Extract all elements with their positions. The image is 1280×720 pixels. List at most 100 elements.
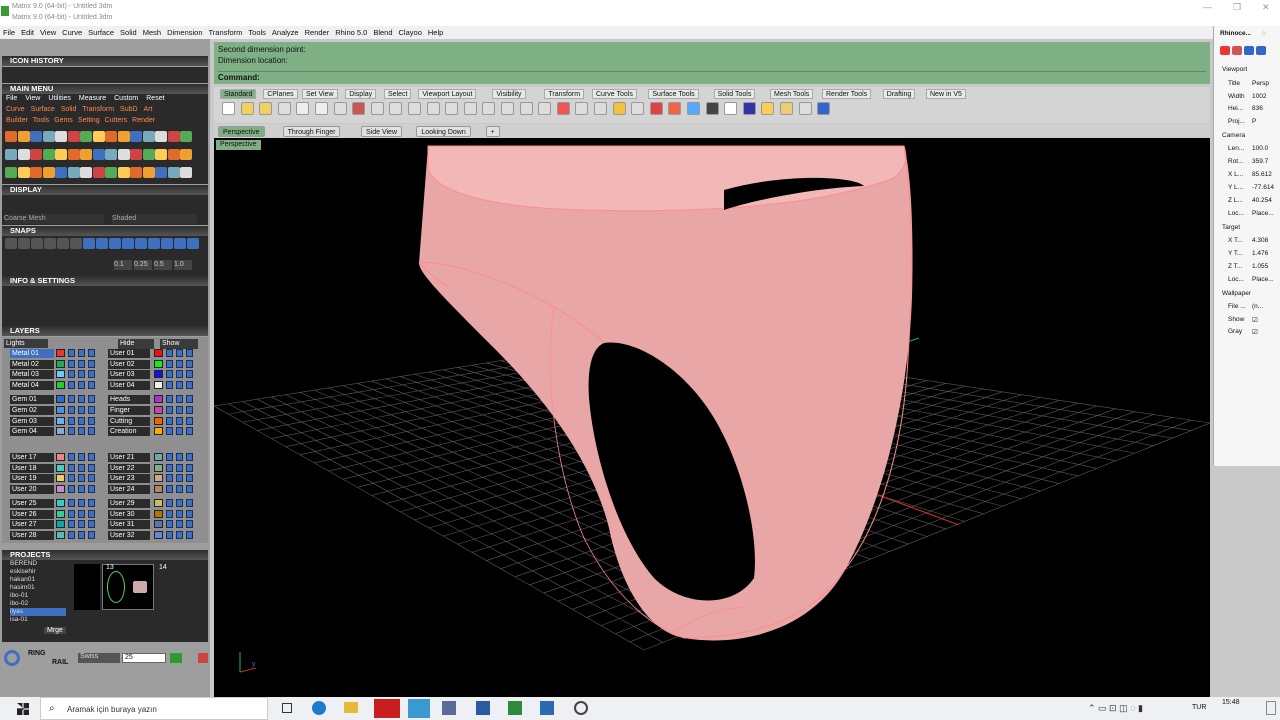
layer-color-swatch[interactable]: [154, 453, 163, 461]
layer-visible-icon[interactable]: [176, 360, 183, 368]
layer-visible-icon[interactable]: [176, 464, 183, 472]
field-value[interactable]: 359.7: [1252, 158, 1268, 165]
layer-color-swatch[interactable]: [154, 360, 163, 368]
snap-icon[interactable]: [18, 238, 30, 249]
tool-icon[interactable]: [130, 167, 142, 178]
tool-icon[interactable]: [67, 149, 80, 160]
toolbar-icon[interactable]: [556, 102, 570, 115]
layer-name[interactable]: User 22: [108, 464, 150, 473]
perspective-viewport[interactable]: y Perspective: [213, 138, 1211, 697]
merge-button[interactable]: Mrge: [44, 627, 66, 634]
layer-lock-icon[interactable]: [166, 381, 173, 389]
layer-name[interactable]: Gem 04: [10, 427, 54, 436]
layer-name[interactable]: User 23: [108, 474, 150, 483]
layer-visible-icon[interactable]: [78, 360, 85, 368]
tool-icon[interactable]: [142, 131, 155, 142]
project-thumb-1[interactable]: [74, 564, 100, 610]
snap-icon[interactable]: [57, 238, 69, 249]
menu-item[interactable]: Mesh: [140, 26, 164, 39]
main-menu-item[interactable]: Art: [144, 106, 153, 113]
main-menu-item[interactable]: Measure: [79, 95, 106, 102]
main-menu-item[interactable]: SubD: [120, 106, 138, 113]
snap-icon[interactable]: [174, 238, 186, 249]
snap-icon[interactable]: [148, 238, 160, 249]
toolbar-icon[interactable]: [482, 102, 496, 115]
layer-color-swatch[interactable]: [154, 406, 163, 414]
tool-icon[interactable]: [92, 167, 105, 178]
layer-lock-icon[interactable]: [166, 427, 173, 435]
layer-print-icon[interactable]: [186, 474, 193, 482]
layer-visible-icon[interactable]: [78, 474, 85, 482]
layer-print-icon[interactable]: [186, 520, 193, 528]
tool-icon[interactable]: [130, 131, 142, 142]
menu-item[interactable]: Curve: [59, 26, 85, 39]
projects-header[interactable]: PROJECTS: [2, 550, 208, 560]
layer-lock-icon[interactable]: [166, 417, 173, 425]
layer-lock-icon[interactable]: [68, 485, 75, 493]
layer-lock-icon[interactable]: [68, 406, 75, 414]
main-menu-item[interactable]: Transform: [82, 106, 114, 113]
show-button[interactable]: Show: [160, 339, 198, 349]
snap-icon[interactable]: [122, 238, 134, 249]
tool-icon[interactable]: [17, 167, 30, 178]
viewport-tab[interactable]: Side View: [361, 126, 403, 137]
toolbar-tab[interactable]: Solid Tools: [713, 89, 756, 99]
toolbar-icon[interactable]: [277, 102, 291, 115]
layer-name[interactable]: User 21: [108, 453, 150, 462]
tool-icon[interactable]: [80, 149, 92, 160]
toolbar-icon[interactable]: [259, 102, 273, 115]
layer-lock-icon[interactable]: [166, 510, 173, 518]
task-view-icon[interactable]: [282, 703, 292, 713]
layer-visible-icon[interactable]: [176, 417, 183, 425]
layer-visible-icon[interactable]: [78, 485, 85, 493]
layer-name[interactable]: User 29: [108, 499, 150, 508]
snap-icon[interactable]: [109, 238, 121, 249]
tool-icon[interactable]: [142, 149, 155, 160]
toolbar-tab[interactable]: Standard: [220, 89, 257, 99]
app-icon-red[interactable]: [374, 699, 400, 718]
layer-visible-icon[interactable]: [176, 520, 183, 528]
menu-item[interactable]: Tools: [245, 26, 269, 39]
tool-icon[interactable]: [167, 167, 180, 178]
toolbar-icon[interactable]: [575, 102, 589, 115]
toolbar-icon[interactable]: [668, 102, 682, 115]
layer-lock-icon[interactable]: [166, 474, 173, 482]
toolbar-tab[interactable]: Drafting: [882, 89, 916, 99]
layer-print-icon[interactable]: [186, 510, 193, 518]
snap-icon[interactable]: [187, 238, 199, 249]
panel-tab-icon[interactable]: [1232, 46, 1242, 55]
toolbar-icon[interactable]: [538, 102, 552, 115]
menu-item[interactable]: Solid: [117, 26, 140, 39]
toolbar-icon[interactable]: [817, 102, 831, 115]
layer-visible-icon[interactable]: [78, 349, 85, 357]
layer-color-swatch[interactable]: [56, 464, 65, 472]
layer-visible-icon[interactable]: [78, 381, 85, 389]
snap-icon[interactable]: [135, 238, 147, 249]
layer-color-swatch[interactable]: [154, 531, 163, 539]
main-menu-item[interactable]: Setting: [78, 117, 100, 124]
layer-color-swatch[interactable]: [154, 381, 163, 389]
layer-print-icon[interactable]: [186, 485, 193, 493]
layer-lock-icon[interactable]: [68, 395, 75, 403]
layer-color-swatch[interactable]: [56, 499, 65, 507]
layer-name[interactable]: Metal 03: [10, 370, 54, 379]
layer-color-swatch[interactable]: [56, 406, 65, 414]
layer-color-swatch[interactable]: [154, 499, 163, 507]
file-explorer-icon[interactable]: [344, 702, 358, 713]
layer-color-swatch[interactable]: [56, 520, 65, 528]
layer-print-icon[interactable]: [186, 453, 193, 461]
menu-item[interactable]: File: [0, 26, 18, 39]
tool-icon[interactable]: [117, 149, 130, 160]
field-value[interactable]: 1002: [1252, 93, 1266, 100]
menu-item[interactable]: Clayoo: [396, 26, 425, 39]
tool-icon[interactable]: [42, 149, 55, 160]
field-value[interactable]: 85.612: [1252, 171, 1272, 178]
toolbar-icon[interactable]: [296, 102, 310, 115]
main-menu-item[interactable]: Curve: [6, 106, 25, 113]
tool-icon[interactable]: [92, 149, 105, 160]
tray-icons[interactable]: ⌃ ▭ ⊡ ◫ ◌ ▮: [1088, 703, 1143, 714]
snap-icon[interactable]: [31, 238, 43, 249]
layer-print-icon[interactable]: [186, 360, 193, 368]
language-indicator[interactable]: TUR: [1192, 704, 1206, 711]
layer-color-swatch[interactable]: [154, 474, 163, 482]
